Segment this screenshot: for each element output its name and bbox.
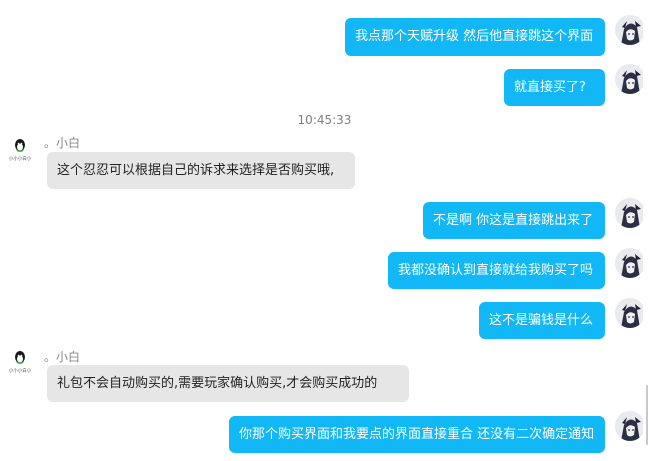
self-avatar[interactable]	[615, 64, 645, 94]
self-avatar[interactable]	[615, 248, 645, 278]
scrollbar-thumb[interactable]	[646, 385, 648, 445]
anime-character-avatar-icon	[615, 64, 645, 94]
message-bubble-outgoing[interactable]: 我点那个天赋升级 然后他直接跳这个界面	[345, 18, 605, 56]
message-timestamp: 10:45:33	[297, 113, 352, 127]
avatar-caption: 小小小白小	[9, 367, 32, 374]
contact-avatar[interactable]: 小小小白小	[5, 135, 35, 165]
message-bubble-outgoing[interactable]: 我都没确认到直接就给我购买了吗	[388, 252, 605, 289]
anime-character-avatar-icon	[615, 298, 645, 328]
self-avatar[interactable]	[615, 411, 645, 441]
message-text: 我点那个天赋升级 然后他直接跳这个界面	[355, 29, 594, 44]
message-bubble-outgoing[interactable]: 就直接买了?	[504, 69, 605, 106]
message-text: 这不是骗钱是什么	[489, 312, 594, 328]
message-text: 不是啊 你这是直接跳出来了	[433, 212, 594, 228]
chat-history[interactable]: 我点那个天赋升级 然后他直接跳这个界面 就直接买了? 10:45:33 小小小白…	[0, 0, 649, 461]
scrollbar-track[interactable]	[643, 0, 649, 461]
penguin-avatar-icon: 小小小白小	[5, 347, 35, 377]
self-avatar[interactable]	[615, 298, 645, 328]
self-avatar[interactable]	[615, 15, 645, 45]
contact-avatar[interactable]: 小小小白小	[5, 347, 35, 377]
message-bubble-outgoing[interactable]: 这不是骗钱是什么	[479, 302, 605, 339]
message-bubble-incoming[interactable]: 礼包不会自动购买的,需要玩家确认购买,才会购买成功的	[47, 365, 409, 402]
contact-nickname: 。小白	[44, 136, 81, 150]
anime-character-avatar-icon	[615, 15, 645, 45]
anime-character-avatar-icon	[615, 411, 645, 441]
message-text: 我都没确认到直接就给我购买了吗	[398, 262, 594, 278]
message-text: 这个忍忍可以根据自己的诉求来选择是否购买哦,	[57, 162, 335, 178]
anime-character-avatar-icon	[615, 248, 645, 278]
message-bubble-outgoing[interactable]: 你那个购买界面和我要点的界面直接重合 还没有二次确定通知	[229, 416, 605, 453]
message-text: 就直接买了?	[514, 79, 586, 95]
message-bubble-outgoing[interactable]: 不是啊 你这是直接跳出来了	[423, 202, 605, 239]
self-avatar[interactable]	[615, 198, 645, 228]
anime-character-avatar-icon	[615, 198, 645, 228]
message-text: 你那个购买界面和我要点的界面直接重合 还没有二次确定通知	[239, 426, 595, 442]
contact-nickname: 。小白	[44, 350, 81, 364]
message-bubble-incoming[interactable]: 这个忍忍可以根据自己的诉求来选择是否购买哦,	[47, 152, 355, 189]
message-text: 礼包不会自动购买的,需要玩家确认购买,才会购买成功的	[57, 375, 378, 391]
avatar-caption: 小小小白小	[9, 155, 32, 162]
penguin-avatar-icon: 小小小白小	[5, 135, 35, 165]
